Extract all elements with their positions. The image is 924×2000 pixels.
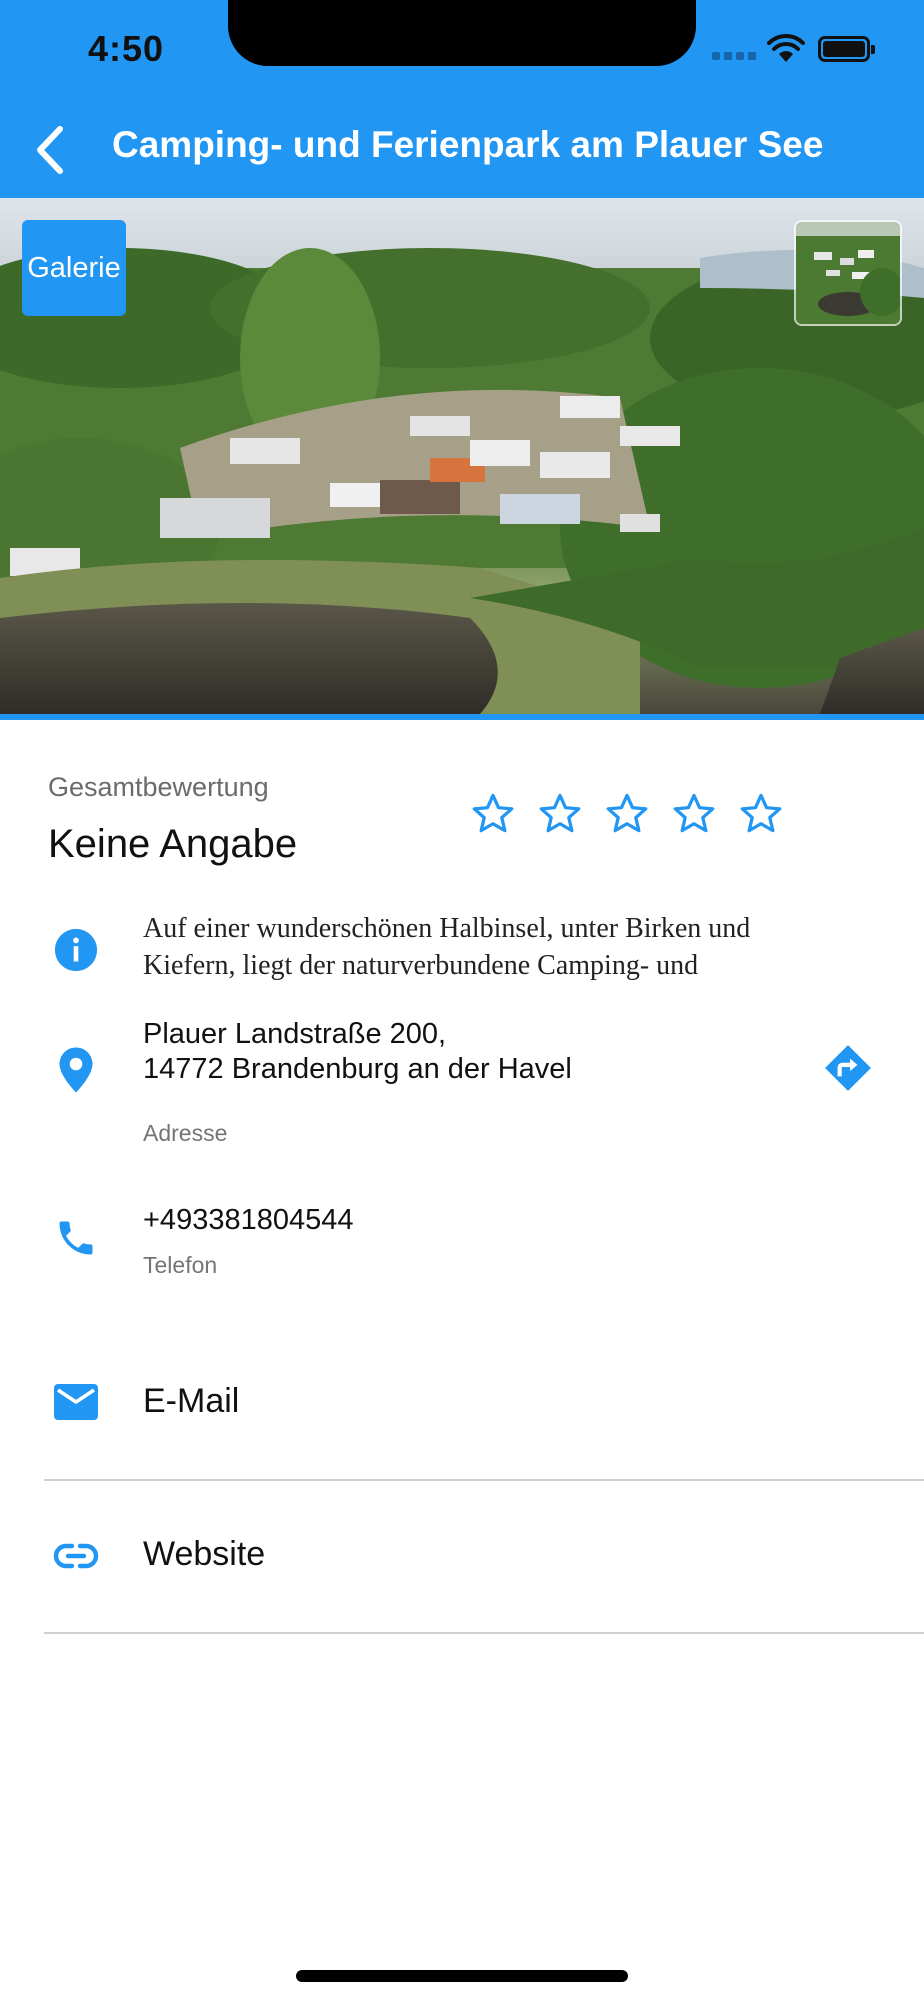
star-outline-icon[interactable] bbox=[604, 792, 650, 836]
chevron-left-icon bbox=[37, 126, 63, 174]
phone-label: Telefon bbox=[143, 1252, 218, 1278]
home-indicator[interactable] bbox=[296, 1970, 628, 1982]
campsite-photo[interactable] bbox=[0, 198, 924, 714]
star-outline-icon[interactable] bbox=[470, 792, 516, 836]
link-icon bbox=[50, 1534, 102, 1578]
description-text[interactable]: Auf einer wunderschönen Halbinsel, unter… bbox=[143, 910, 823, 984]
star-outline-icon[interactable] bbox=[537, 792, 583, 836]
website-link[interactable]: Website bbox=[143, 1535, 265, 1574]
wifi-icon bbox=[766, 33, 806, 69]
status-bar: 4:50 bbox=[0, 0, 924, 100]
rating-value: Keine Angabe bbox=[48, 822, 298, 866]
address-line-1[interactable]: Plauer Landstraße 200, bbox=[143, 1018, 446, 1051]
email-icon bbox=[50, 1380, 102, 1424]
directions-icon bbox=[825, 1045, 871, 1091]
back-button[interactable] bbox=[20, 120, 80, 180]
divider bbox=[44, 1632, 924, 1634]
address-label: Adresse bbox=[143, 1120, 228, 1146]
device-notch bbox=[228, 0, 696, 66]
gallery-thumbnail[interactable] bbox=[794, 220, 902, 326]
gallery-button[interactable]: Galerie bbox=[22, 220, 126, 316]
rating-label: Gesamtbewertung bbox=[48, 772, 269, 802]
star-outline-icon[interactable] bbox=[738, 792, 784, 836]
star-outline-icon[interactable] bbox=[671, 792, 717, 836]
hero-accent-line bbox=[0, 714, 924, 720]
divider bbox=[44, 1479, 924, 1481]
location-pin-icon bbox=[54, 1044, 98, 1096]
status-time: 4:50 bbox=[88, 28, 165, 69]
directions-button[interactable] bbox=[822, 1042, 874, 1094]
email-link[interactable]: E-Mail bbox=[143, 1382, 239, 1421]
phone-icon bbox=[52, 1214, 100, 1262]
battery-icon bbox=[818, 36, 875, 62]
info-icon bbox=[52, 926, 100, 974]
phone-number[interactable]: +493381804544 bbox=[143, 1204, 353, 1237]
rating-stars[interactable] bbox=[470, 792, 784, 836]
address-line-2[interactable]: 14772 Brandenburg an der Havel bbox=[143, 1053, 572, 1086]
page-title: Camping- und Ferienpark am Plauer See bbox=[112, 124, 824, 165]
app-bar: Camping- und Ferienpark am Plauer See bbox=[0, 100, 924, 198]
cellular-signal-icon bbox=[712, 52, 756, 62]
